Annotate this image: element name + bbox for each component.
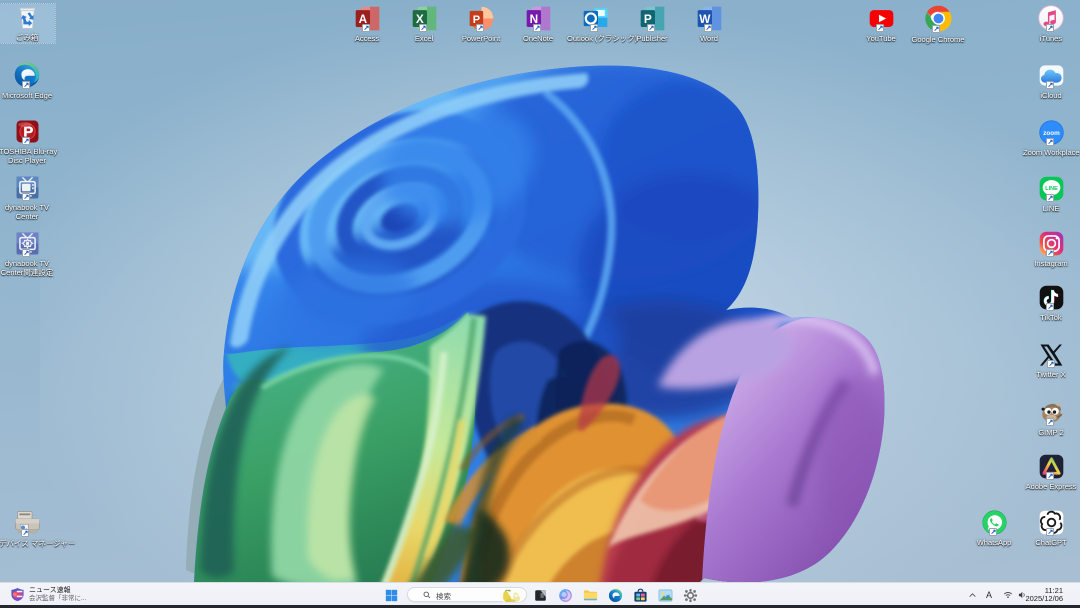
svg-text:zoom: zoom (1043, 130, 1060, 137)
svg-text:LINE: LINE (1045, 186, 1058, 192)
